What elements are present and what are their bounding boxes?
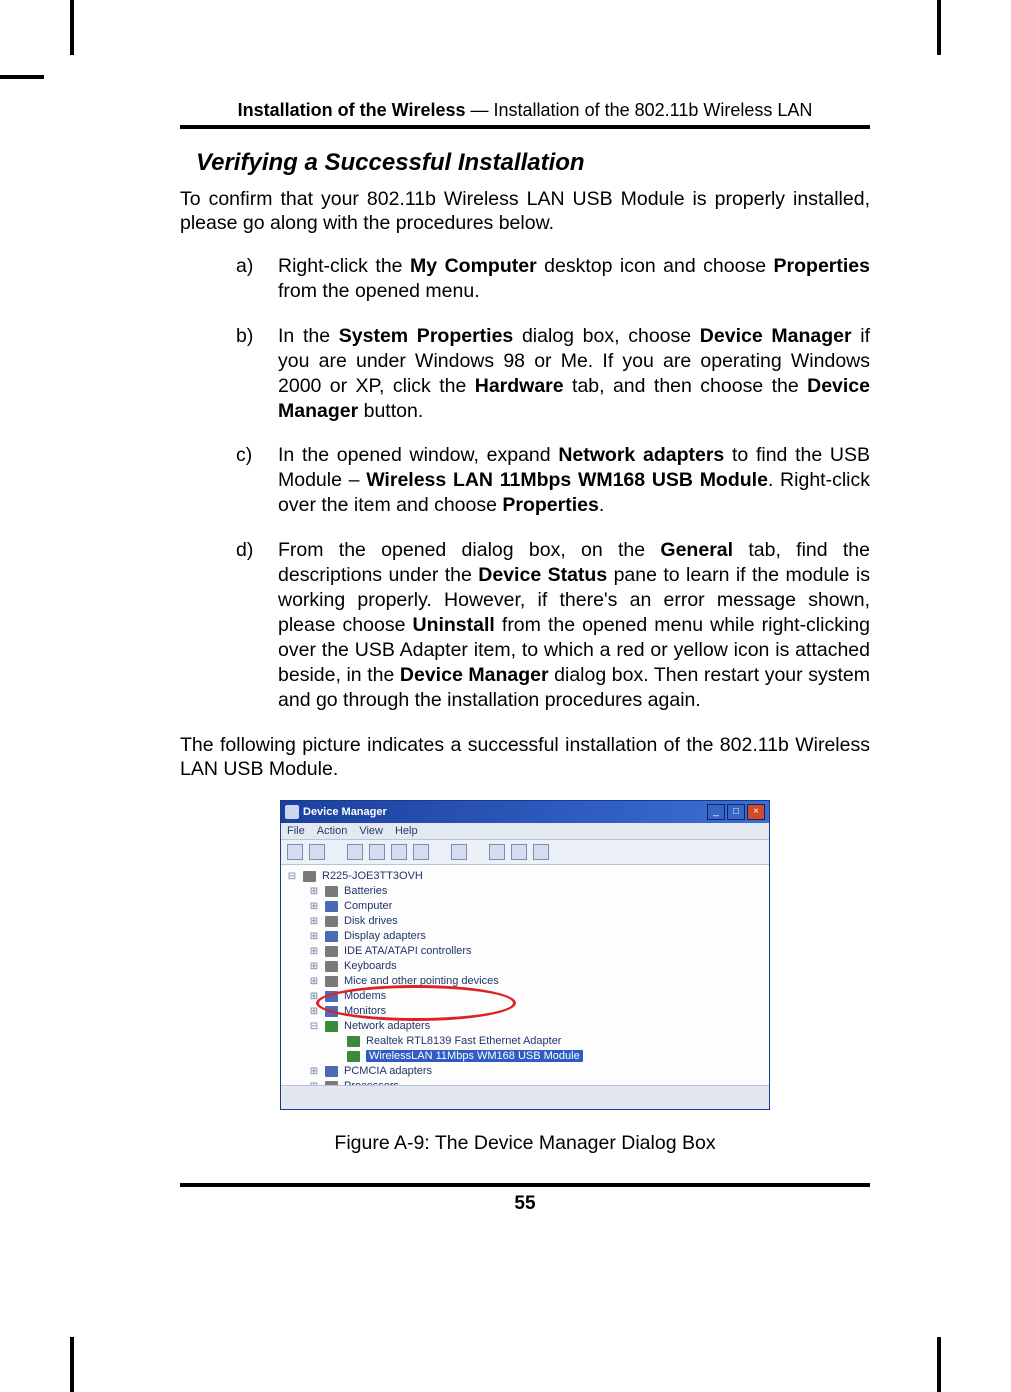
tree-item[interactable]: ⊞Batteries: [287, 884, 763, 899]
help-icon[interactable]: [413, 844, 429, 860]
tree-item-label: Batteries: [344, 885, 387, 897]
list-marker: c): [236, 443, 262, 518]
tree-item[interactable]: ⊞Monitors: [287, 1004, 763, 1019]
list-item: a) Right-click the My Computer desktop ic…: [236, 254, 870, 304]
tree-item[interactable]: ⊞PCMCIA adapters: [287, 1064, 763, 1079]
list-marker: a): [236, 254, 262, 304]
figure-caption: Figure A-9: The Device Manager Dialog Bo…: [180, 1132, 870, 1155]
list-item: b)In the System Properties dialog box, c…: [236, 324, 870, 424]
tree-item-label: IDE ATA/ATAPI controllers: [344, 945, 472, 957]
tree-item[interactable]: ⊞Disk drives: [287, 914, 763, 929]
back-icon[interactable]: [287, 844, 303, 860]
device-icon: [325, 901, 338, 912]
device-icon: [325, 991, 338, 1002]
outro-paragraph: The following picture indicates a succes…: [180, 733, 870, 782]
device-manager-screenshot: Device Manager _ □ × File Action View He…: [280, 800, 770, 1110]
device-tree-pane: ⊟R225-JOE3TT3OVH⊞Batteries⊞Computer⊞Disk…: [281, 865, 769, 1085]
list-content: Right-click the My Computer desktop icon…: [278, 254, 870, 304]
tree-item-label: WirelessLAN 11Mbps WM168 USB Module: [366, 1050, 583, 1062]
tree-icon[interactable]: [347, 844, 363, 860]
uninstall-icon[interactable]: [489, 844, 505, 860]
app-icon: [285, 805, 299, 819]
tree-item-label: Modems: [344, 990, 386, 1002]
tree-item[interactable]: ⊞Keyboards: [287, 959, 763, 974]
tree-item[interactable]: Realtek RTL8139 Fast Ethernet Adapter: [287, 1034, 763, 1049]
tree-item-label: PCMCIA adapters: [344, 1065, 432, 1077]
menu-view[interactable]: View: [359, 825, 383, 837]
device-icon: [325, 961, 338, 972]
tree-item-label: R225-JOE3TT3OVH: [322, 870, 423, 882]
tree-item-label: Network adapters: [344, 1020, 430, 1032]
device-icon: [325, 946, 338, 957]
tree-item[interactable]: ⊞Modems: [287, 989, 763, 1004]
tree-item-label: Display adapters: [344, 930, 426, 942]
device-icon: [325, 1066, 338, 1077]
device-icon: [325, 1021, 338, 1032]
tree-item-label: Mice and other pointing devices: [344, 975, 499, 987]
page-footer: 55: [180, 1183, 870, 1215]
list-content: In the opened window, expand Network ada…: [278, 443, 870, 518]
list-item: d)From the opened dialog box, on the Gen…: [236, 538, 870, 713]
tree-item[interactable]: ⊞IDE ATA/ATAPI controllers: [287, 944, 763, 959]
device-icon: [325, 916, 338, 927]
tree-item-label: Computer: [344, 900, 392, 912]
maximize-button[interactable]: □: [727, 804, 745, 820]
window-titlebar: Device Manager _ □ ×: [281, 801, 769, 823]
properties-icon[interactable]: [369, 844, 385, 860]
tree-item-label: Processors: [344, 1080, 399, 1085]
close-button[interactable]: ×: [747, 804, 765, 820]
menu-help[interactable]: Help: [395, 825, 418, 837]
device-icon: [325, 1081, 338, 1085]
disable-icon[interactable]: [533, 844, 549, 860]
section-title: Verifying a Successful Installation: [196, 149, 870, 177]
statusbar: [281, 1085, 769, 1109]
tree-item-label: Realtek RTL8139 Fast Ethernet Adapter: [366, 1035, 561, 1047]
tree-item[interactable]: ⊞Computer: [287, 899, 763, 914]
list-item: c)In the opened window, expand Network a…: [236, 443, 870, 518]
page-header: Installation of the Wireless — Installat…: [180, 100, 870, 129]
device-icon: [325, 886, 338, 897]
list-marker: b): [236, 324, 262, 424]
list-marker: d): [236, 538, 262, 713]
page-number: 55: [514, 1193, 535, 1214]
menu-action[interactable]: Action: [317, 825, 348, 837]
tree-item-label: Monitors: [344, 1005, 386, 1017]
tree-item-label: Disk drives: [344, 915, 398, 927]
tree-item[interactable]: ⊟Network adapters: [287, 1019, 763, 1034]
tree-item[interactable]: ⊟R225-JOE3TT3OVH: [287, 869, 763, 884]
tree-item[interactable]: ⊞Mice and other pointing devices: [287, 974, 763, 989]
toolbar: [281, 840, 769, 865]
device-icon: [347, 1051, 360, 1062]
device-icon: [303, 871, 316, 882]
list-content: From the opened dialog box, on the Gener…: [278, 538, 870, 713]
minimize-button[interactable]: _: [707, 804, 725, 820]
update-icon[interactable]: [511, 844, 527, 860]
tree-item[interactable]: WirelessLAN 11Mbps WM168 USB Module: [287, 1049, 763, 1064]
refresh-icon[interactable]: [391, 844, 407, 860]
forward-icon[interactable]: [309, 844, 325, 860]
device-icon: [325, 976, 338, 987]
window-title: Device Manager: [303, 806, 705, 818]
instruction-list: a) Right-click the My Computer desktop ic…: [180, 254, 870, 713]
device-icon: [347, 1036, 360, 1047]
device-icon: [325, 931, 338, 942]
tree-item-label: Keyboards: [344, 960, 397, 972]
device-icon: [325, 1006, 338, 1017]
scan-icon[interactable]: [451, 844, 467, 860]
intro-paragraph: To confirm that your 802.11b Wireless LA…: [180, 187, 870, 236]
list-content: In the System Properties dialog box, cho…: [278, 324, 870, 424]
menu-file[interactable]: File: [287, 825, 305, 837]
menubar: File Action View Help: [281, 823, 769, 840]
tree-item[interactable]: ⊞Display adapters: [287, 929, 763, 944]
